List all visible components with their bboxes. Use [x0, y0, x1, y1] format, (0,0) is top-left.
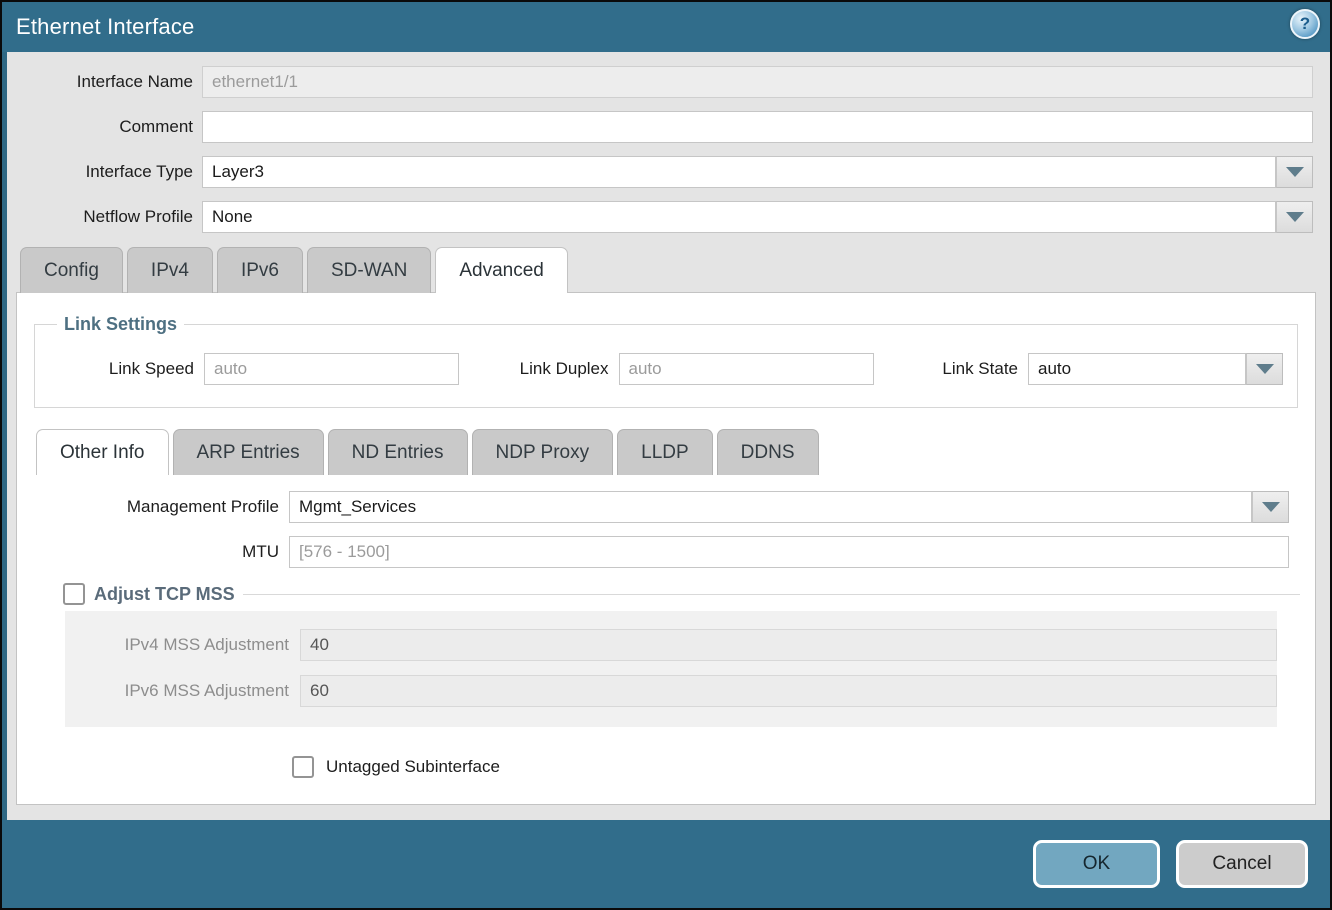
tab-lldp[interactable]: LLDP: [617, 429, 713, 475]
link-settings-fields: Link Speed Link Duplex Link State: [49, 353, 1283, 385]
link-state-label: Link State: [878, 359, 1028, 379]
tab-arp-entries[interactable]: ARP Entries: [173, 429, 324, 475]
untagged-subinterface-row: Untagged Subinterface: [17, 756, 1315, 778]
tab-ipv4[interactable]: IPv4: [127, 247, 213, 293]
mtu-label: MTU: [17, 542, 289, 562]
main-tabstrip: Config IPv4 IPv6 SD-WAN Advanced: [2, 247, 1330, 292]
adjust-tcp-mss-checkbox[interactable]: [63, 583, 85, 605]
management-profile-dropdown-button[interactable]: [1252, 491, 1289, 523]
tab-ndp-proxy[interactable]: NDP Proxy: [472, 429, 614, 475]
netflow-profile-row: Netflow Profile: [2, 201, 1313, 233]
interface-name-label: Interface Name: [2, 72, 202, 92]
interface-type-label: Interface Type: [2, 162, 202, 182]
title-bar: Ethernet Interface ?: [2, 2, 1330, 52]
management-profile-dropdown: [289, 491, 1289, 523]
management-profile-row: Management Profile: [17, 491, 1315, 523]
netflow-profile-label: Netflow Profile: [2, 207, 202, 227]
ok-button[interactable]: OK: [1033, 840, 1160, 888]
link-settings-group: Link Settings Link Speed Link Duplex Lin…: [34, 314, 1298, 408]
tab-config[interactable]: Config: [20, 247, 123, 293]
netflow-profile-dropdown: [202, 201, 1313, 233]
ipv6-mss-label: IPv6 MSS Adjustment: [65, 681, 300, 701]
interface-type-dropdown-button[interactable]: [1276, 156, 1313, 188]
chevron-down-icon: [1256, 364, 1274, 374]
interface-name-field: [202, 66, 1313, 98]
ipv4-mss-row: IPv4 MSS Adjustment: [65, 629, 1277, 661]
ipv4-mss-label: IPv4 MSS Adjustment: [65, 635, 300, 655]
link-state-dropdown: [1028, 353, 1283, 385]
ethernet-interface-dialog: Ethernet Interface ? Interface Name Comm…: [0, 0, 1332, 910]
link-speed-field[interactable]: [204, 353, 459, 385]
tab-nd-entries[interactable]: ND Entries: [328, 429, 468, 475]
chevron-down-icon: [1262, 502, 1280, 512]
tab-sdwan[interactable]: SD-WAN: [307, 247, 431, 293]
left-accent-strip: [2, 52, 7, 820]
dialog-title: Ethernet Interface: [16, 14, 194, 40]
adjust-tcp-mss-label: Adjust TCP MSS: [94, 584, 235, 605]
interface-type-row: Interface Type: [2, 156, 1313, 188]
comment-label: Comment: [2, 117, 202, 137]
tab-ddns[interactable]: DDNS: [717, 429, 819, 475]
tab-other-info[interactable]: Other Info: [36, 429, 169, 475]
ipv6-mss-row: IPv6 MSS Adjustment: [65, 675, 1277, 707]
mss-disabled-block: IPv4 MSS Adjustment IPv6 MSS Adjustment: [65, 611, 1277, 727]
adjust-tcp-mss-group: Adjust TCP MSS IPv4 MSS Adjustment IPv6 …: [61, 583, 1300, 727]
netflow-profile-field[interactable]: [202, 201, 1276, 233]
inner-tabstrip: Other Info ARP Entries ND Entries NDP Pr…: [17, 429, 1315, 474]
tab-advanced[interactable]: Advanced: [435, 247, 568, 293]
link-duplex-field[interactable]: [619, 353, 874, 385]
link-speed-label: Link Speed: [49, 359, 204, 379]
advanced-tab-panel: Link Settings Link Speed Link Duplex Lin…: [16, 292, 1316, 805]
adjust-tcp-mss-legend: Adjust TCP MSS: [61, 583, 243, 605]
comment-row: Comment: [2, 111, 1313, 143]
footer-bar: OK Cancel: [2, 820, 1330, 908]
ipv6-mss-field: [300, 675, 1277, 707]
interface-name-row: Interface Name: [2, 66, 1313, 98]
tab-ipv6[interactable]: IPv6: [217, 247, 303, 293]
management-profile-label: Management Profile: [17, 497, 289, 517]
chevron-down-icon: [1286, 167, 1304, 177]
interface-type-dropdown: [202, 156, 1313, 188]
link-duplex-label: Link Duplex: [464, 359, 619, 379]
netflow-profile-dropdown-button[interactable]: [1276, 201, 1313, 233]
management-profile-field[interactable]: [289, 491, 1252, 523]
untagged-subinterface-checkbox[interactable]: [292, 756, 314, 778]
comment-field[interactable]: [202, 111, 1313, 143]
cancel-button[interactable]: Cancel: [1176, 840, 1308, 888]
help-icon-glyph: ?: [1300, 14, 1310, 34]
untagged-subinterface-label: Untagged Subinterface: [326, 757, 500, 777]
mtu-row: MTU: [17, 536, 1315, 568]
mtu-field[interactable]: [289, 536, 1289, 568]
help-icon[interactable]: ?: [1290, 9, 1320, 39]
ipv4-mss-field: [300, 629, 1277, 661]
interface-type-field[interactable]: [202, 156, 1276, 188]
link-state-dropdown-button[interactable]: [1246, 353, 1283, 385]
link-state-field[interactable]: [1028, 353, 1246, 385]
top-form: Interface Name Comment Interface Type Ne…: [2, 52, 1330, 233]
chevron-down-icon: [1286, 212, 1304, 222]
link-settings-legend: Link Settings: [57, 314, 184, 335]
